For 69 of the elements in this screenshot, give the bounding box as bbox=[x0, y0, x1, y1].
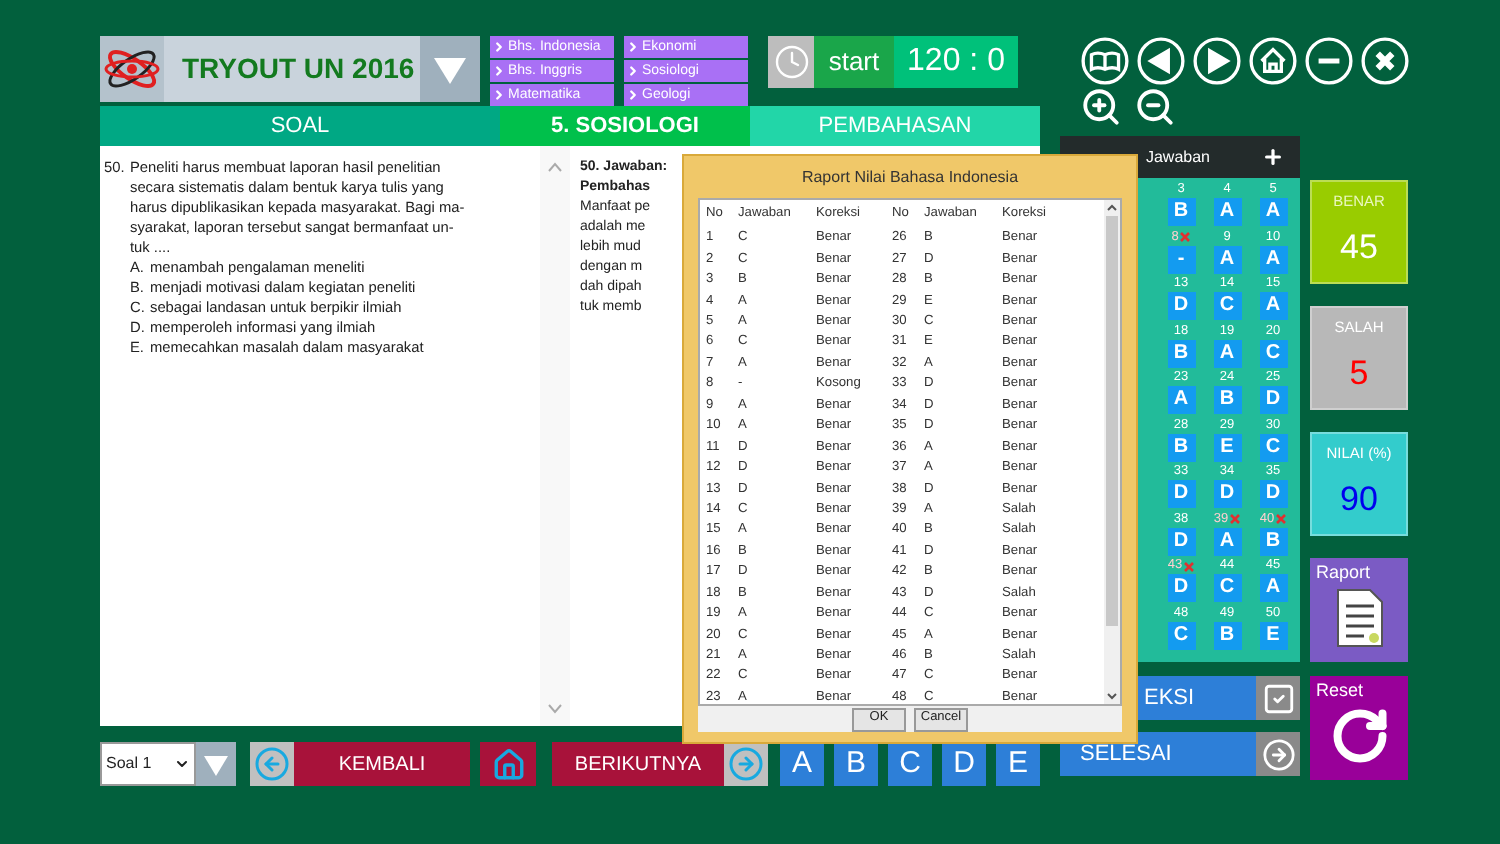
timer: 120 : 0 bbox=[894, 36, 1018, 88]
answer-letter[interactable]: A bbox=[1167, 386, 1195, 414]
app-title: TRYOUT UN 2016 bbox=[164, 36, 420, 102]
answer-letter[interactable]: D bbox=[1167, 480, 1195, 508]
answer-letter[interactable]: A bbox=[1259, 292, 1287, 320]
answer-letter[interactable]: C bbox=[1259, 339, 1287, 367]
scroll-up-icon[interactable] bbox=[1106, 200, 1118, 216]
scroll-down-icon[interactable] bbox=[1106, 688, 1118, 704]
answer-letter[interactable]: D bbox=[1213, 480, 1241, 508]
scrollbar-thumb[interactable] bbox=[1106, 216, 1118, 626]
cross-icon bbox=[1180, 232, 1191, 242]
answer-letter[interactable]: C bbox=[1213, 292, 1241, 320]
tab[interactable]: PEMBAHASAN bbox=[750, 106, 1040, 146]
tab[interactable]: SOAL bbox=[100, 106, 500, 146]
minimize-icon[interactable] bbox=[1304, 36, 1354, 86]
cross-icon bbox=[1230, 514, 1241, 524]
add-icon[interactable] bbox=[1262, 146, 1284, 168]
answer-letter[interactable]: B bbox=[1167, 339, 1195, 367]
answer-letter[interactable]: B bbox=[1213, 621, 1241, 649]
next-button[interactable]: BERIKUTNYA bbox=[552, 742, 724, 786]
close-icon[interactable] bbox=[1360, 36, 1410, 86]
report-tile[interactable]: Raport bbox=[1310, 558, 1408, 662]
answer-letter[interactable]: B bbox=[1213, 386, 1241, 414]
answer-letter[interactable]: E bbox=[1213, 433, 1241, 461]
answer-letter[interactable]: - bbox=[1167, 245, 1195, 273]
clock-icon bbox=[773, 44, 809, 80]
choice-button[interactable]: E bbox=[996, 742, 1040, 786]
zoom-in-icon[interactable] bbox=[1080, 86, 1122, 128]
answer-letter[interactable]: D bbox=[1167, 574, 1195, 602]
score-value: 45 bbox=[1340, 226, 1378, 271]
reset-icon bbox=[1330, 705, 1390, 765]
zoom-out-icon[interactable] bbox=[1134, 86, 1176, 128]
answer-letter[interactable]: B bbox=[1167, 198, 1195, 226]
cross-icon bbox=[1276, 514, 1287, 524]
answer-letter[interactable]: A bbox=[1213, 339, 1241, 367]
answer-letter[interactable]: A bbox=[1213, 527, 1241, 555]
reset-tile[interactable]: Reset bbox=[1310, 676, 1408, 780]
answer-letter[interactable]: D bbox=[1167, 292, 1195, 320]
document-icon bbox=[1336, 587, 1384, 647]
answer-letter[interactable]: A bbox=[1259, 198, 1287, 226]
score-value: 90 bbox=[1340, 478, 1378, 523]
answer-letter[interactable]: A bbox=[1259, 574, 1287, 602]
answer-letter[interactable]: C bbox=[1259, 433, 1287, 461]
answer-letter[interactable]: D bbox=[1259, 386, 1287, 414]
dialog-title: Raport Nilai Bahasa Indonesia bbox=[799, 165, 1021, 190]
answer-letter[interactable]: A bbox=[1213, 198, 1241, 226]
book-icon[interactable] bbox=[1080, 36, 1130, 86]
choice-button[interactable]: B bbox=[834, 742, 878, 786]
chevron-icon bbox=[174, 756, 190, 772]
choice-button[interactable]: D bbox=[942, 742, 986, 786]
answer-letter[interactable]: A bbox=[1259, 245, 1287, 273]
answer-letter[interactable]: B bbox=[1167, 433, 1195, 461]
answer-letter[interactable]: D bbox=[1167, 527, 1195, 555]
answer-sheet-title: Jawaban bbox=[1145, 145, 1210, 169]
answer-letter[interactable]: C bbox=[1213, 574, 1241, 602]
tab[interactable]: 5. SOSIOLOGI bbox=[500, 106, 750, 146]
answer-letter[interactable]: A bbox=[1213, 245, 1241, 273]
answer-letter[interactable]: D bbox=[1259, 480, 1287, 508]
answer-letter[interactable]: B bbox=[1259, 527, 1287, 555]
score-value: 5 bbox=[1349, 352, 1369, 397]
answer-letter[interactable]: E bbox=[1259, 621, 1287, 649]
answer-letter[interactable]: C bbox=[1167, 621, 1195, 649]
back-button[interactable]: KEMBALI bbox=[294, 742, 470, 786]
question-select[interactable]: Soal 1 bbox=[100, 742, 196, 786]
start-button[interactable]: start bbox=[814, 36, 894, 88]
choice-button[interactable]: C bbox=[888, 742, 932, 786]
choice-button[interactable]: A bbox=[780, 742, 824, 786]
cross-icon bbox=[1184, 561, 1195, 571]
checkbox-icon[interactable] bbox=[1261, 681, 1295, 715]
